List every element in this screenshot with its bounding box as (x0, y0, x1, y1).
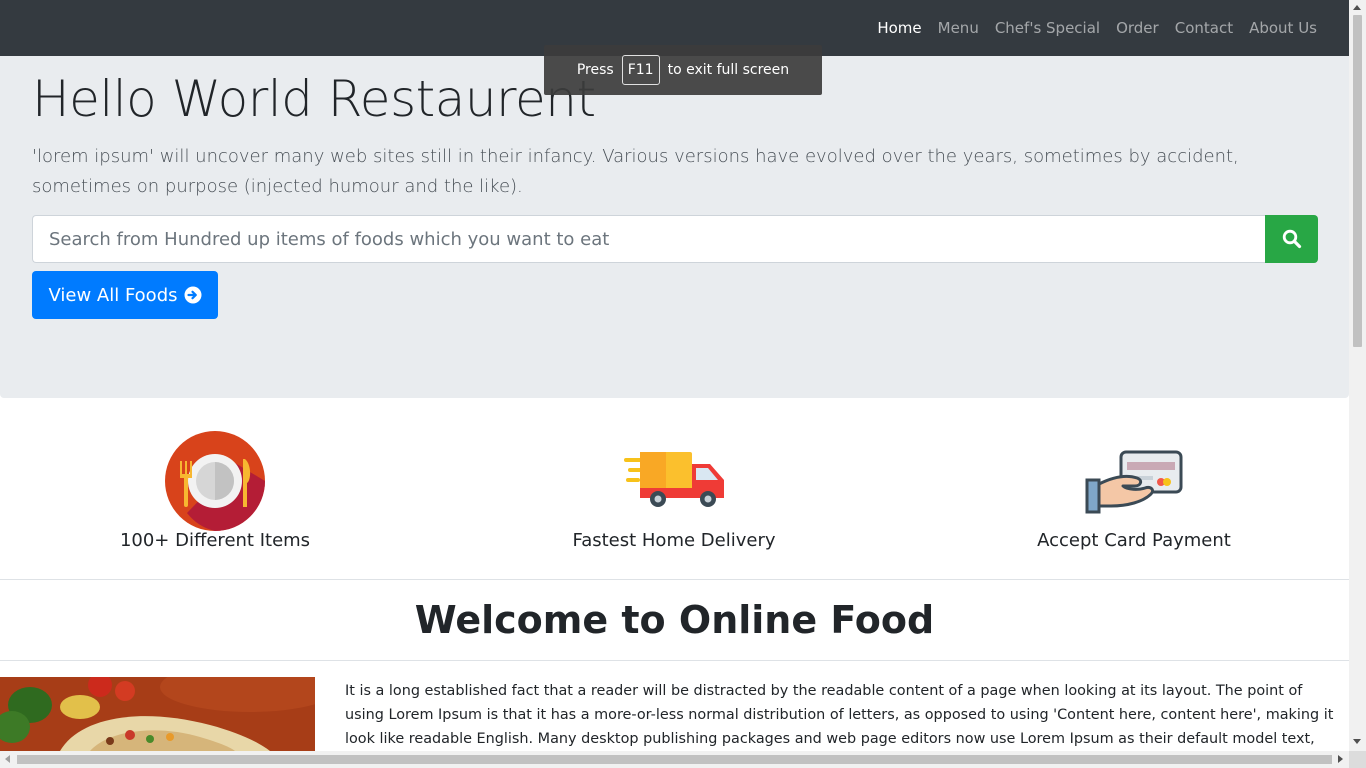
horizontal-scroll-thumb[interactable] (17, 755, 1332, 764)
feature-label: 100+ Different Items (119, 530, 311, 551)
scroll-down-arrow-icon[interactable] (1353, 739, 1361, 744)
nav-item-contact[interactable]: Contact (1167, 19, 1241, 37)
fullscreen-exit-toast: Press F11 to exit full screen (544, 45, 822, 95)
welcome-title: Welcome to Online Food (414, 598, 935, 642)
scroll-right-arrow-icon[interactable] (1338, 755, 1343, 763)
feature-label: Fastest Home Delivery (572, 530, 776, 551)
search-button[interactable] (1265, 215, 1318, 263)
plate-cutlery-icon (165, 431, 265, 531)
scroll-up-arrow-icon[interactable] (1353, 5, 1361, 10)
view-all-foods-button[interactable]: View All Foods (32, 271, 218, 319)
hero-title: Hello World Restaurent (32, 70, 596, 128)
horizontal-scrollbar[interactable] (0, 751, 1349, 768)
arrow-circle-right-icon (184, 286, 201, 304)
vertical-scroll-thumb[interactable] (1353, 15, 1362, 347)
hero-jumbotron: Hello World Restaurent 'lorem ipsum' wil… (0, 56, 1349, 398)
toast-suffix: to exit full screen (667, 62, 790, 78)
food-search-input[interactable] (32, 215, 1265, 263)
section-divider (0, 660, 1349, 661)
scroll-left-arrow-icon[interactable] (5, 755, 10, 763)
toast-prefix: Press (576, 62, 614, 78)
page: Home Menu Chef's Special Order Contact A… (0, 0, 1349, 751)
nav-item-order[interactable]: Order (1108, 19, 1167, 37)
welcome-description: It is a long established fact that a rea… (345, 683, 1334, 747)
nav-links: Home Menu Chef's Special Order Contact A… (869, 0, 1325, 56)
food-image (0, 677, 315, 751)
nav-item-menu[interactable]: Menu (930, 19, 987, 37)
scrollbar-corner (1349, 751, 1366, 768)
delivery-truck-icon (624, 452, 724, 507)
nav-item-about-us[interactable]: About Us (1241, 19, 1325, 37)
section-divider (0, 579, 1349, 580)
nav-item-home[interactable]: Home (869, 19, 929, 37)
vertical-scrollbar[interactable] (1349, 0, 1366, 751)
card-payment-icon (1085, 450, 1183, 514)
toast-key: F11 (621, 55, 660, 85)
feature-label: Accept Card Payment (1037, 530, 1231, 551)
nav-item-chefs-special[interactable]: Chef's Special (987, 19, 1108, 37)
view-all-foods-label: View All Foods (48, 284, 178, 306)
search-icon (1282, 229, 1301, 249)
hero-lead-text: 'lorem ipsum' will uncover many web site… (32, 146, 1239, 197)
